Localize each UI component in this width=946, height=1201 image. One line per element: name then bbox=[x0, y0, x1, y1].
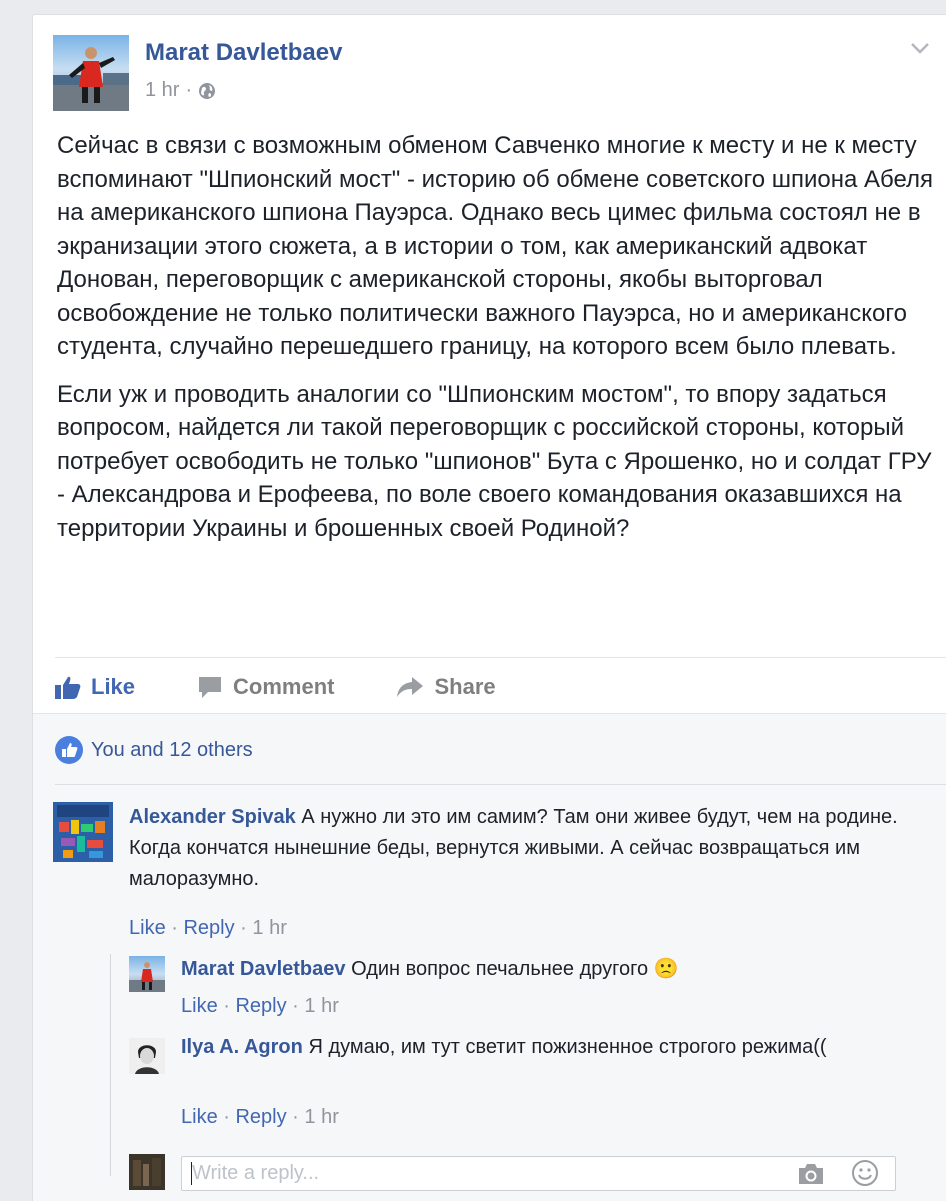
reply-like-link[interactable]: Like bbox=[181, 1106, 218, 1128]
commenter-name[interactable]: Alexander Spivak bbox=[129, 806, 296, 828]
globe-icon[interactable] bbox=[198, 82, 216, 100]
sad-face-emoji: 🙁 bbox=[653, 958, 679, 980]
comment-button[interactable]: Comment bbox=[197, 674, 334, 700]
link-separator: · bbox=[217, 995, 236, 1017]
post-timestamp[interactable]: 1 hr bbox=[145, 79, 179, 102]
comment-bubble-icon bbox=[197, 675, 223, 699]
post-body: Сейчас в связи с возможным обменом Савче… bbox=[57, 129, 937, 559]
current-user-avatar bbox=[129, 1154, 165, 1190]
link-separator: · bbox=[165, 917, 184, 939]
comment-like-link[interactable]: Like bbox=[129, 917, 166, 939]
reply-avatar[interactable] bbox=[129, 1038, 165, 1074]
reply-timestamp[interactable]: 1 hr bbox=[304, 1106, 338, 1128]
share-arrow-icon bbox=[396, 675, 424, 699]
post-paragraph: Сейчас в связи с возможным обменом Савче… bbox=[57, 132, 934, 360]
commenter-avatar[interactable] bbox=[53, 802, 113, 862]
link-separator: · bbox=[217, 1106, 236, 1128]
like-button[interactable]: Like bbox=[55, 674, 135, 700]
post-actions: Like Comment Share bbox=[55, 667, 558, 707]
reply-reply-link[interactable]: Reply bbox=[235, 995, 286, 1017]
reply-timestamp[interactable]: 1 hr bbox=[304, 995, 338, 1017]
share-label: Share bbox=[434, 674, 496, 699]
emoji-icon[interactable] bbox=[851, 1159, 879, 1187]
divider bbox=[55, 657, 946, 658]
link-separator: · bbox=[286, 995, 305, 1017]
post-paragraph: Если уж и проводить аналогии со "Шпионск… bbox=[57, 380, 932, 542]
likes-summary[interactable]: You and 12 others bbox=[55, 736, 253, 764]
comment: Alexander Spivak А нужно ли это им самим… bbox=[129, 802, 909, 895]
thumbs-up-icon bbox=[55, 675, 81, 699]
comments-section: You and 12 others Alexander Spivak А нуж… bbox=[33, 713, 946, 1201]
likes-summary-text: You and 12 others bbox=[91, 738, 253, 761]
like-circle-icon bbox=[55, 736, 83, 764]
thread-line bbox=[110, 954, 111, 1176]
meta-dot: · bbox=[185, 79, 193, 101]
reply-like-link[interactable]: Like bbox=[181, 995, 218, 1017]
replier-name[interactable]: Marat Davletbaev bbox=[181, 958, 346, 980]
comment-reply-link[interactable]: Reply bbox=[183, 917, 234, 939]
divider bbox=[55, 784, 946, 785]
comment-links: Like · Reply · 1 hr bbox=[129, 917, 287, 940]
post-card: Marat Davletbaev 1 hr · Сейчас в связи с… bbox=[32, 14, 946, 1201]
chevron-down-icon[interactable] bbox=[909, 37, 931, 59]
author-name[interactable]: Marat Davletbaev bbox=[145, 39, 342, 67]
camera-icon[interactable] bbox=[797, 1162, 825, 1186]
link-separator: · bbox=[286, 1106, 305, 1128]
reply-avatar[interactable] bbox=[129, 956, 165, 992]
reply-text: Один вопрос печальнее другого bbox=[351, 958, 649, 980]
like-label: Like bbox=[91, 674, 136, 699]
author-avatar[interactable] bbox=[53, 35, 129, 111]
reply-links: Like · Reply · 1 hr bbox=[181, 1106, 339, 1129]
comment-label: Comment bbox=[233, 674, 335, 699]
reply-text: Я думаю, им тут светит пожизненное строг… bbox=[308, 1036, 827, 1058]
replier-name[interactable]: Ilya A. Agron bbox=[181, 1036, 303, 1058]
reply: Marat Davletbaev Один вопрос печальнее д… bbox=[181, 954, 901, 985]
reply-reply-link[interactable]: Reply bbox=[235, 1106, 286, 1128]
reply-input[interactable] bbox=[192, 1161, 772, 1185]
reply-links: Like · Reply · 1 hr bbox=[181, 995, 339, 1018]
comment-timestamp[interactable]: 1 hr bbox=[252, 917, 286, 939]
link-separator: · bbox=[234, 917, 253, 939]
reply-input-box[interactable] bbox=[181, 1156, 896, 1191]
share-button[interactable]: Share bbox=[396, 674, 496, 700]
post-meta: 1 hr · bbox=[145, 79, 216, 102]
reply: Ilya A. Agron Я думаю, им тут светит пож… bbox=[181, 1032, 901, 1063]
